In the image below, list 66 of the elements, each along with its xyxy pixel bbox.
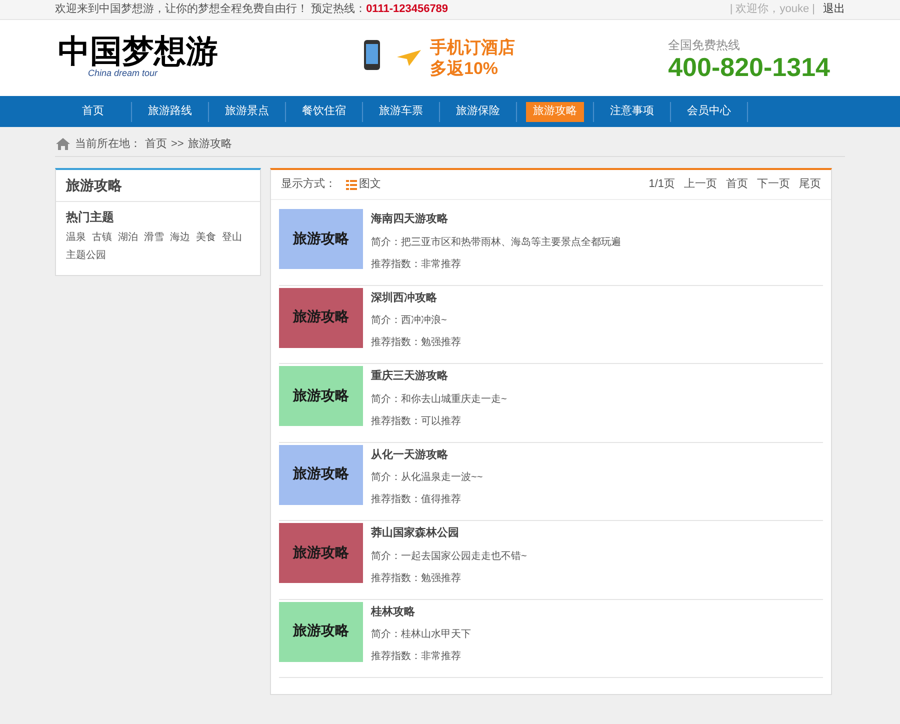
topic-link[interactable]: 登山 — [222, 230, 242, 245]
nav-tab[interactable]: 旅游景点 — [218, 102, 276, 122]
article-thumbnail[interactable]: 旅游攻略 — [279, 366, 363, 426]
breadcrumb-link[interactable]: 首页 — [145, 136, 167, 152]
article-title[interactable]: 莽山国家森林公园 — [371, 525, 527, 542]
article-intro: 简介：把三亚市区和热带雨林、海岛等主要景点全都玩遍 — [371, 236, 621, 250]
section-heading: 热门主题 — [66, 209, 115, 226]
breadcrumb-label: 当前所在地： — [75, 136, 141, 152]
article-thumbnail[interactable]: 旅游攻略 — [279, 444, 363, 504]
article-intro: 简介：和你去山城重庆走一走~ — [371, 392, 507, 406]
article-title[interactable]: 海南四天游攻略 — [371, 211, 621, 228]
article-rating: 推荐指数：值得推荐 — [371, 492, 462, 507]
nav-tab[interactable]: 旅游路线 — [141, 102, 199, 122]
pager-link[interactable]: 首页 — [726, 176, 748, 193]
topic-link[interactable]: 古镇 — [92, 230, 112, 245]
pager-link[interactable]: 1/1页 — [648, 176, 675, 193]
phone-label: 全国免费热线 — [668, 37, 742, 54]
logo-subtitle: China dream tour — [88, 67, 159, 80]
sidebar-title: 旅游攻略 — [56, 170, 260, 202]
nav-tab[interactable]: 旅游保险 — [449, 102, 507, 122]
article-intro: 简介：桂林山水甲天下 — [371, 628, 471, 642]
article-intro: 简介：一起去国家公园走走也不错~ — [371, 550, 527, 564]
article-intro: 简介：西冲冲浪~ — [371, 314, 448, 328]
topic-link[interactable]: 温泉 — [66, 230, 86, 245]
welcome-text: 欢迎来到中国梦想游，让你的梦想全程免费自由行！ 预定热线： — [55, 2, 366, 18]
topic-link[interactable]: 主题公园 — [66, 248, 106, 263]
topic-link[interactable]: 美食 — [196, 230, 216, 245]
pager-link[interactable]: 上一页 — [684, 176, 717, 193]
article-thumbnail[interactable]: 旅游攻略 — [279, 602, 363, 662]
topic-link[interactable]: 滑雪 — [144, 230, 164, 245]
list-view-icon — [346, 180, 357, 190]
nav-tab[interactable]: 注意事项 — [603, 102, 661, 122]
nav-tab[interactable]: 会员中心 — [680, 102, 738, 122]
article-title[interactable]: 深圳西冲攻略 — [371, 290, 461, 306]
logout-link[interactable]: 退出 — [823, 1, 845, 18]
logo-text: 中国梦想游 — [58, 35, 218, 68]
article-title[interactable]: 桂林攻略 — [371, 604, 471, 620]
article-rating: 推荐指数：非常推荐 — [371, 258, 462, 272]
breadcrumb-current: 旅游攻略 — [188, 136, 232, 152]
article-intro: 简介：从化温泉走一波~~ — [371, 470, 483, 485]
hotline-number: 0111-123456789 — [366, 2, 448, 18]
display-label: 显示方式： — [281, 176, 336, 192]
article-title[interactable]: 从化一天游攻略 — [371, 446, 483, 463]
phone-number: 400-820-1314 — [668, 54, 830, 80]
home-icon — [55, 137, 71, 151]
article-rating: 推荐指数：可以推荐 — [371, 414, 462, 428]
pager-link[interactable]: 尾页 — [799, 176, 821, 193]
topic-link[interactable]: 海边 — [170, 230, 190, 245]
article-thumbnail[interactable]: 旅游攻略 — [279, 288, 363, 348]
nav-tab[interactable]: 首页 — [64, 102, 122, 122]
article-rating: 推荐指数：勉强推荐 — [371, 336, 461, 350]
nav-tab[interactable]: 旅游车票 — [372, 102, 430, 122]
article-thumbnail[interactable]: 旅游攻略 — [279, 209, 363, 269]
promo-text: 手机订酒店 — [430, 36, 515, 58]
topic-link[interactable]: 湖泊 — [118, 230, 138, 245]
promo-text: 多返10% — [430, 58, 500, 80]
article-title[interactable]: 重庆三天游攻略 — [371, 368, 507, 384]
article-rating: 推荐指数：非常推荐 — [371, 650, 462, 664]
paper-plane-icon — [396, 49, 422, 67]
breadcrumb-separator: >> — [171, 136, 184, 152]
article-thumbnail[interactable]: 旅游攻略 — [279, 523, 363, 583]
display-mode: 图文 — [359, 176, 381, 192]
article-rating: 推荐指数：勉强推荐 — [371, 572, 462, 586]
nav-tab[interactable]: 餐饮住宿 — [295, 102, 353, 122]
pager-link[interactable]: 下一页 — [757, 176, 790, 193]
user-greeting: | 欢迎你，youke | — [730, 2, 815, 18]
